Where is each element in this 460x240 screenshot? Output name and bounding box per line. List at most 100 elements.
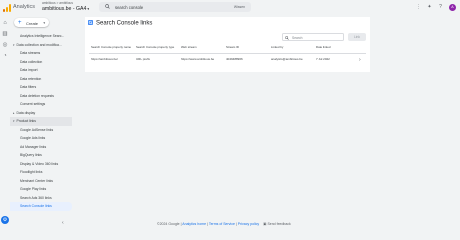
create-button-label: Create bbox=[26, 20, 39, 26]
feedback-icon[interactable]: ▣ bbox=[263, 222, 266, 226]
nav-item[interactable]: Google Play links bbox=[10, 185, 72, 194]
nav-item[interactable]: Consent settings bbox=[10, 100, 72, 109]
cell-web-stream: https://www.ambitious.be bbox=[181, 57, 215, 61]
cell-stream-id: 4049488966 bbox=[226, 57, 243, 61]
home-icon[interactable]: ⌂ bbox=[2, 20, 8, 26]
top-bar: Analytics ambitious > ambitious ambitiou… bbox=[0, 0, 460, 16]
column-header[interactable]: Search Console property type bbox=[136, 45, 176, 49]
app-name: Analytics bbox=[13, 4, 36, 10]
nav-item-label: Floodlight links bbox=[20, 170, 43, 174]
nav-item[interactable]: Data import bbox=[10, 66, 72, 75]
nav-item[interactable]: Data filters bbox=[10, 83, 72, 92]
privacy-link[interactable]: Privacy policy bbox=[238, 222, 259, 226]
page-title-text: Search Console links bbox=[96, 20, 153, 27]
column-header[interactable]: Date linked bbox=[316, 45, 354, 49]
copyright: ©2024 Google bbox=[157, 222, 180, 226]
nav-item-label: Google Play links bbox=[20, 187, 47, 191]
search-console-links-card: Search Console links Search Link Search … bbox=[85, 17, 370, 72]
nav-item[interactable]: Data collection bbox=[10, 58, 72, 67]
nav-item-label: Merchant Center links bbox=[20, 178, 53, 183]
send-feedback-link[interactable]: Send feedback bbox=[267, 222, 290, 226]
nav-item[interactable]: Floodlight links bbox=[10, 168, 72, 177]
analytics-logo-icon[interactable] bbox=[3, 4, 11, 12]
nav-item[interactable]: Data streams bbox=[10, 49, 72, 58]
apps-icon[interactable]: ⋮ bbox=[416, 5, 421, 10]
explore-icon[interactable]: ◎ bbox=[2, 42, 8, 48]
page-title: Search Console links bbox=[88, 20, 152, 27]
nav-item[interactable]: Google AdSense links bbox=[10, 126, 72, 135]
nav-item[interactable]: BigQuery links bbox=[10, 151, 72, 160]
nav-item-label: Data filters bbox=[20, 85, 37, 89]
cell-date-linked: 7 Jul 2022 bbox=[316, 57, 330, 61]
search-icon bbox=[285, 35, 289, 40]
expand-more-icon: ▸ bbox=[13, 110, 15, 115]
global-search-input[interactable]: search console bbox=[115, 5, 143, 10]
property-name: ambitious.be - GA4 bbox=[42, 6, 87, 12]
left-rail: ⌂ ▥ ◎ ◔ ⚙ bbox=[0, 16, 10, 230]
nav-item[interactable]: Merchant Center links bbox=[10, 177, 72, 186]
nav-item-label: Data display bbox=[16, 110, 36, 115]
nav-item-label: Data import bbox=[20, 68, 38, 72]
nav-item[interactable]: Display & Video 360 links bbox=[10, 160, 72, 169]
chevron-down-icon: ▾ bbox=[87, 7, 90, 11]
nav-item[interactable]: Search Ads 360 links bbox=[10, 194, 72, 203]
search-icon bbox=[105, 4, 110, 9]
search-clear-button[interactable]: Wissen bbox=[234, 5, 245, 9]
plus-icon: + bbox=[18, 19, 22, 26]
nav-item-label: Ad Manager links bbox=[20, 144, 47, 149]
nav-item[interactable]: Data deletion requests bbox=[10, 92, 72, 101]
nav-item-label: Data collection bbox=[20, 59, 43, 64]
expand-less-icon: ▾ bbox=[13, 42, 15, 47]
nav-section[interactable]: ▾ Product links bbox=[10, 117, 72, 126]
table-search-placeholder: Search bbox=[292, 35, 303, 40]
help-icon[interactable]: ? bbox=[438, 5, 443, 10]
nav-item-label: Data deletion requests bbox=[20, 93, 54, 98]
nav-item-label: Search Console links bbox=[20, 204, 52, 208]
account-breadcrumb[interactable]: ambitious > ambitious bbox=[42, 1, 73, 5]
nav-item-label: Product links bbox=[16, 119, 36, 123]
nav-item[interactable]: Search Console links bbox=[10, 202, 72, 211]
top-icons: ⋮ ✦ ? A bbox=[416, 3, 456, 12]
global-search-bar[interactable]: search console Wissen bbox=[99, 2, 251, 12]
chevron-right-icon[interactable]: › bbox=[359, 57, 361, 63]
nav-item-label: BigQuery links bbox=[20, 153, 42, 157]
cell-linked-by: analytics@ambitious.be bbox=[271, 57, 303, 61]
table-search-input[interactable]: Search bbox=[282, 33, 344, 41]
column-header[interactable]: Search Console property name bbox=[91, 45, 133, 49]
nav-item-label: Data collection and modifica... bbox=[16, 42, 62, 47]
expand-less-icon: ▾ bbox=[13, 119, 15, 123]
cell-property-name: https://ambitious.be/ bbox=[91, 57, 118, 61]
footer: ©2024 Google | Analytics home | Terms of… bbox=[157, 222, 291, 226]
nav-item[interactable]: Google Ads links bbox=[10, 134, 72, 143]
nav-item-label: Analytics Intelligence Searc... bbox=[20, 34, 65, 38]
nav-item[interactable]: Analytics Intelligence Searc... bbox=[10, 32, 72, 41]
nav-section[interactable]: ▾ Data collection and modifica... bbox=[10, 41, 72, 50]
nav-item-label: Data streams bbox=[20, 51, 41, 55]
terms-link[interactable]: Terms of Service bbox=[209, 222, 235, 226]
nav-item-label: Display & Video 360 links bbox=[20, 161, 59, 166]
nav-item[interactable]: Data retention bbox=[10, 75, 72, 84]
search-console-icon bbox=[88, 20, 93, 25]
create-button[interactable]: + Create ▾ bbox=[14, 18, 49, 27]
nav-section[interactable]: ▸ Data display bbox=[10, 109, 72, 118]
column-header[interactable]: Linked by bbox=[271, 45, 313, 49]
admin-nav: Analytics Intelligence Searc... ▾ Data col… bbox=[10, 32, 72, 211]
collapse-nav-button[interactable]: ‹ bbox=[62, 220, 64, 226]
link-button[interactable]: Link bbox=[348, 33, 366, 41]
column-header[interactable]: Web stream bbox=[181, 45, 223, 49]
nav-item-label: Data retention bbox=[20, 76, 42, 81]
reports-icon[interactable]: ▥ bbox=[2, 31, 8, 37]
chevron-down-icon: ▾ bbox=[43, 20, 45, 25]
gear-icon[interactable]: ⚙ bbox=[1, 216, 9, 224]
advertising-icon[interactable]: ◔ bbox=[2, 53, 8, 59]
property-selector[interactable]: ambitious.be - GA4▾ bbox=[42, 6, 89, 12]
column-header[interactable]: Stream ID bbox=[226, 45, 266, 49]
nav-item-label: Google Ads links bbox=[20, 136, 46, 140]
avatar[interactable]: A bbox=[449, 4, 456, 11]
nav-item[interactable]: Ad Manager links bbox=[10, 143, 72, 152]
analytics-home-link[interactable]: Analytics home bbox=[182, 222, 206, 226]
table-row[interactable]: https://ambitious.be/ URL prefix https:/… bbox=[89, 56, 366, 66]
table-header: Search Console property name Search Cons… bbox=[89, 45, 366, 54]
nav-item-label: Consent settings bbox=[20, 102, 46, 106]
insights-icon[interactable]: ✦ bbox=[427, 5, 432, 10]
